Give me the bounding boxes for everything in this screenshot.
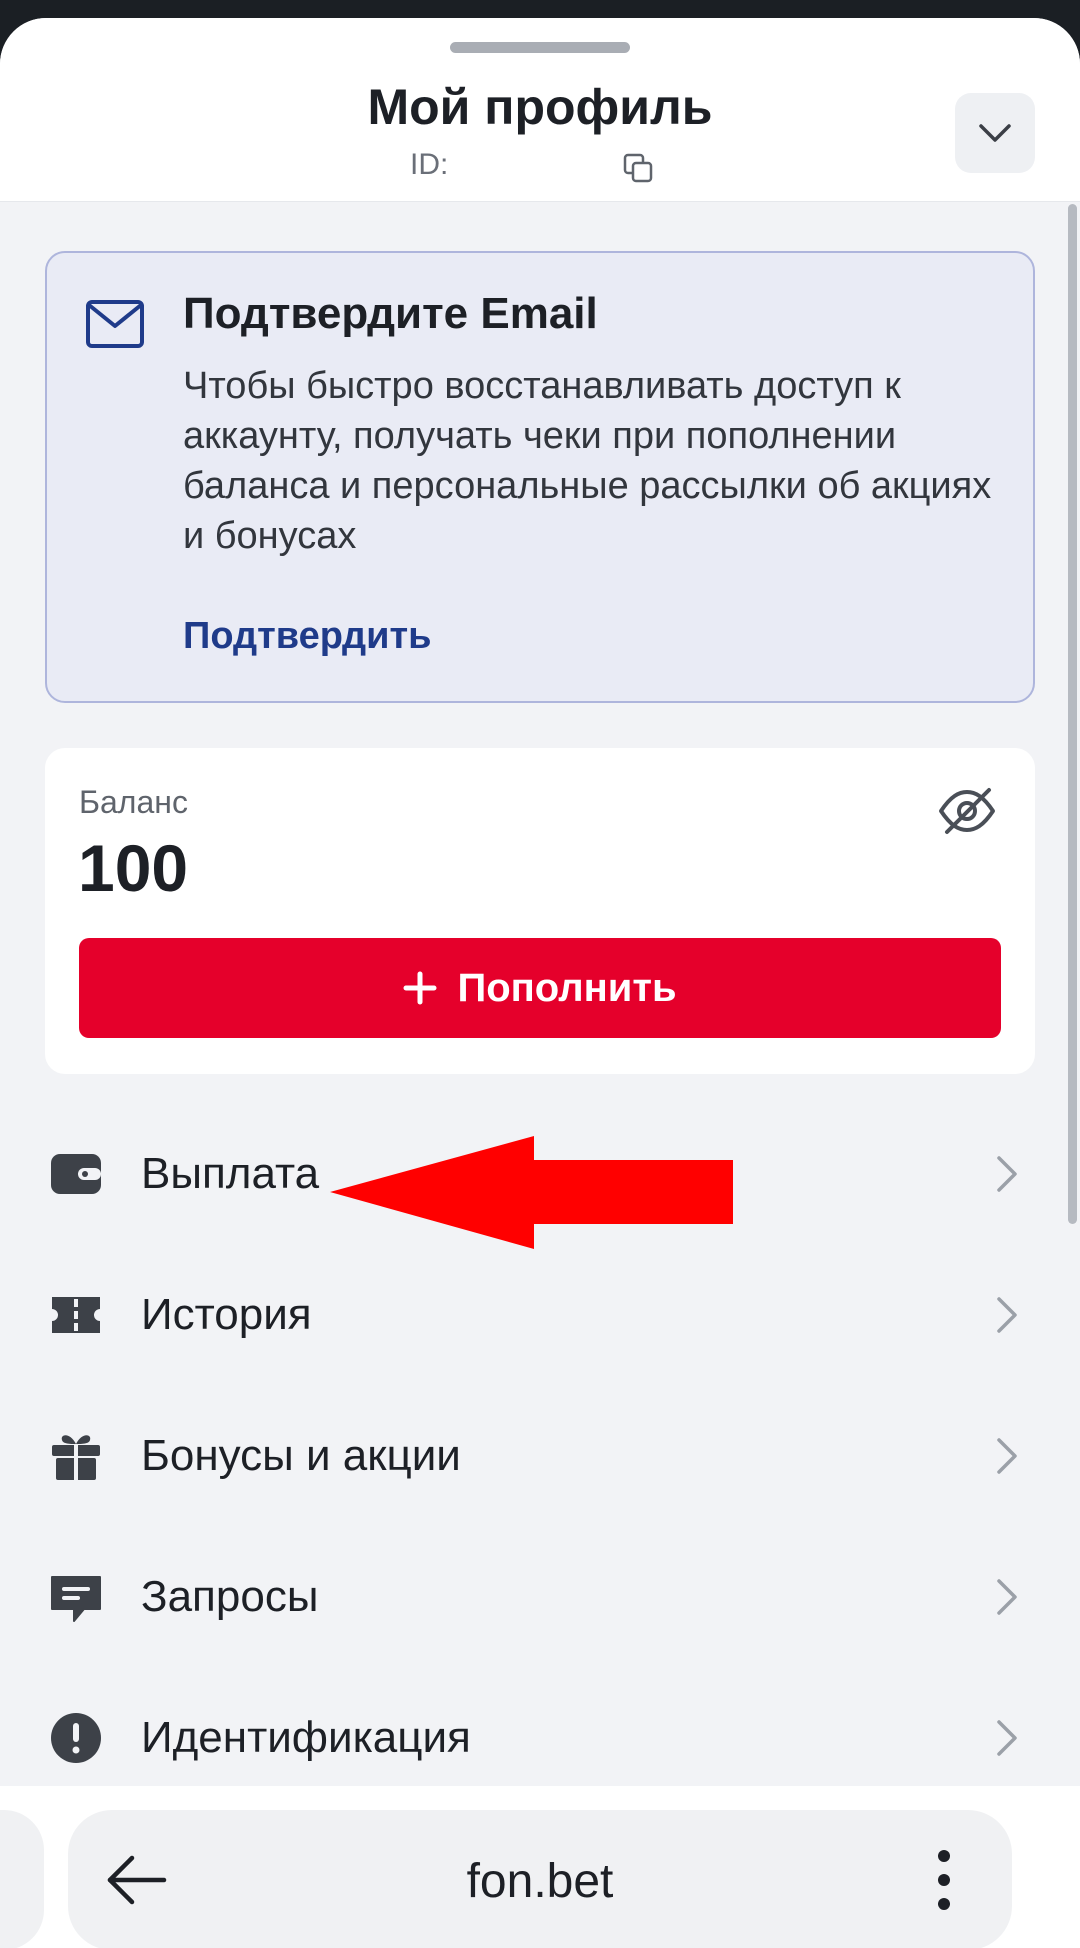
chevron-right-icon	[997, 1720, 1017, 1756]
plus-icon	[403, 971, 437, 1005]
previous-tab-edge[interactable]	[0, 1810, 44, 1948]
chevron-right-icon	[997, 1438, 1017, 1474]
menu-item-history[interactable]: История	[0, 1255, 1080, 1375]
chat-icon	[51, 1576, 101, 1622]
mail-icon	[86, 300, 144, 348]
confirm-email-link[interactable]: Подтвердить	[183, 615, 431, 658]
email-card-text: Чтобы быстро восстанавливать доступ к ак…	[183, 365, 992, 557]
ticket-icon	[52, 1297, 100, 1333]
balance-label: Баланс	[79, 784, 188, 820]
topup-label: Пополнить	[457, 965, 677, 1010]
browser-toolbar: fon.bet	[0, 1786, 1080, 1948]
balance-value: 100	[78, 831, 189, 905]
menu-item-label: Запросы	[141, 1572, 319, 1621]
sheet-header: Мой профиль ID:	[0, 18, 1080, 202]
chevron-down-icon	[979, 124, 1011, 142]
menu-item-label: Выплата	[141, 1149, 320, 1198]
confirm-email-card: Подтвердите Email Чтобы быстро восстанав…	[45, 251, 1035, 703]
menu-item-label: Идентификация	[141, 1713, 471, 1762]
annotation-arrow	[330, 1136, 733, 1249]
collapse-button[interactable]	[955, 93, 1035, 173]
drag-handle[interactable]	[450, 42, 630, 53]
gift-icon	[52, 1435, 100, 1480]
more-vertical-icon[interactable]	[934, 1848, 954, 1912]
balance-card: Баланс 100 Пополнить	[45, 748, 1035, 1074]
email-card-title: Подтвердите Email	[183, 289, 598, 338]
url-text[interactable]: fon.bet	[68, 1854, 1012, 1909]
profile-sheet: Мой профиль ID: Подтвердите Email Чтобы …	[0, 18, 1080, 1948]
chevron-right-icon	[997, 1156, 1017, 1192]
menu-item-bonuses[interactable]: Бонусы и акции	[0, 1396, 1080, 1516]
scrollbar[interactable]	[1068, 204, 1077, 1224]
copy-icon[interactable]	[622, 152, 654, 184]
menu-item-identification[interactable]: Идентификация	[0, 1678, 1080, 1798]
menu-item-requests[interactable]: Запросы	[0, 1537, 1080, 1657]
chevron-right-icon	[997, 1297, 1017, 1333]
page-title: Мой профиль	[367, 79, 713, 135]
url-bar[interactable]: fon.bet	[68, 1810, 1012, 1948]
user-id-label: ID:	[410, 148, 449, 181]
menu-item-label: Бонусы и акции	[141, 1431, 461, 1480]
alert-icon	[51, 1713, 101, 1763]
menu-item-label: История	[141, 1290, 312, 1339]
topup-button[interactable]: Пополнить	[79, 938, 1001, 1038]
eye-off-icon[interactable]	[937, 784, 997, 838]
wallet-icon	[51, 1154, 101, 1194]
chevron-right-icon	[997, 1579, 1017, 1615]
